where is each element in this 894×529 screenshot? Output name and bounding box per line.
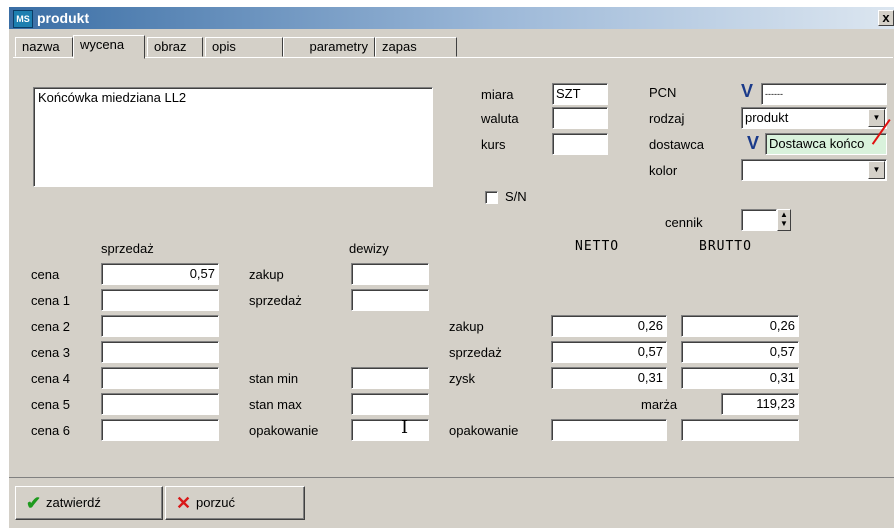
confirm-button[interactable]: ✔ zatwierdź	[15, 486, 163, 520]
kolor-label: kolor	[649, 163, 678, 178]
product-window: MS produkt x nazwa wycena obraz opis par…	[8, 6, 894, 528]
pcn-field[interactable]: ------	[761, 83, 887, 105]
cena-4-label: cena 4	[31, 371, 71, 386]
pcn-label: PCN	[649, 85, 677, 100]
app-icon: MS	[13, 10, 33, 28]
zakup-brutto-field[interactable]: 0,26	[681, 315, 799, 337]
miara-field[interactable]: SZT	[552, 83, 608, 105]
cena-6-field[interactable]	[101, 419, 219, 441]
cena-5-field[interactable]	[101, 393, 219, 415]
sprzedaz-label: sprzedaż	[249, 293, 302, 308]
sprzedaz-brutto-field[interactable]: 0,57	[681, 341, 799, 363]
cennik-field[interactable]	[741, 209, 777, 231]
zysk-netto-field[interactable]: 0,31	[551, 367, 667, 389]
cena-field[interactable]: 0,57	[101, 263, 219, 285]
opakowanie-label: opakowanie	[249, 423, 319, 438]
opakowanie-field[interactable]	[351, 419, 429, 441]
brutto-header: BRUTTO	[699, 239, 752, 254]
stan-max-field[interactable]	[351, 393, 429, 415]
window-title: produkt	[37, 10, 90, 26]
description-memo[interactable]: Końcówka miedziana LL2	[33, 87, 433, 187]
opakowanie-netto-field[interactable]	[551, 419, 667, 441]
kolor-select[interactable]: ▼	[741, 159, 887, 181]
tab-zapas[interactable]: zapas	[375, 37, 457, 57]
marza-field[interactable]: 119,23	[721, 393, 799, 415]
tab-opis[interactable]: opis	[205, 37, 283, 57]
tab-nazwa[interactable]: nazwa	[15, 37, 73, 57]
zakup-netto-field[interactable]: 0,26	[551, 315, 667, 337]
kurs-field[interactable]	[552, 133, 608, 155]
tab-obraz[interactable]: obraz	[147, 37, 203, 57]
kurs-label: kurs	[481, 137, 506, 152]
sprzedaz-header: sprzedaż	[101, 241, 154, 256]
waluta-field[interactable]	[552, 107, 608, 129]
dewizy-header: dewizy	[349, 241, 389, 256]
cancel-button[interactable]: ✕ porzuć	[165, 486, 305, 520]
cancel-label: porzuć	[196, 495, 236, 510]
zysk-brutto-field[interactable]: 0,31	[681, 367, 799, 389]
cena-5-label: cena 5	[31, 397, 71, 412]
zakup-nb-label: zakup	[449, 319, 484, 334]
chevron-down-icon[interactable]: ▼	[868, 109, 885, 127]
chevron-down-icon[interactable]: ▼	[868, 161, 885, 179]
cena-2-field[interactable]	[101, 315, 219, 337]
cena-label: cena	[31, 267, 60, 282]
dostawca-field[interactable]: Dostawca końco	[765, 133, 887, 155]
title-bar: MS produkt x	[9, 7, 894, 29]
opakowanie-nb-label: opakowanie	[449, 423, 519, 438]
cena-6-label: cena 6	[31, 423, 71, 438]
cennik-label: cennik	[665, 215, 703, 230]
netto-header: NETTO	[575, 239, 620, 254]
sprzedaz-netto-field[interactable]: 0,57	[551, 341, 667, 363]
stan-max-label: stan max	[249, 397, 302, 412]
text-cursor-icon: I	[401, 417, 409, 438]
cena-3-label: cena 3	[31, 345, 71, 360]
tab-wycena[interactable]: wycena	[73, 35, 145, 59]
waluta-label: waluta	[481, 111, 519, 126]
opakowanie-brutto-field[interactable]	[681, 419, 799, 441]
confirm-label: zatwierdź	[46, 495, 101, 510]
zysk-label: zysk	[449, 371, 475, 386]
close-button[interactable]: x	[878, 10, 894, 26]
pcn-check-icon[interactable]: V	[741, 81, 753, 102]
dostawca-label: dostawca	[649, 137, 704, 152]
miara-label: miara	[481, 87, 514, 102]
cennik-spinner[interactable]: ▲ ▼	[777, 209, 791, 231]
cena-4-field[interactable]	[101, 367, 219, 389]
dostawca-check-icon[interactable]: V	[747, 133, 759, 154]
sprzedaz-dewizy-field[interactable]	[351, 289, 429, 311]
stan-min-field[interactable]	[351, 367, 429, 389]
rodzaj-select[interactable]: produkt ▼	[741, 107, 887, 129]
check-icon: ✔	[26, 493, 42, 513]
cena-3-field[interactable]	[101, 341, 219, 363]
sprzedaz-nb-label: sprzedaż	[449, 345, 502, 360]
sn-label: S/N	[505, 189, 527, 204]
zakup-label: zakup	[249, 267, 284, 282]
stan-min-label: stan min	[249, 371, 299, 386]
button-bar: ✔ zatwierdź ✕ porzuć	[9, 477, 894, 528]
cena-2-label: cena 2	[31, 319, 71, 334]
sn-checkbox[interactable]	[485, 191, 498, 204]
cena-1-label: cena 1	[31, 293, 71, 308]
rodzaj-value: produkt	[745, 110, 789, 125]
close-icon: ✕	[176, 493, 192, 513]
marza-label: marża	[641, 397, 678, 412]
cena-1-field[interactable]	[101, 289, 219, 311]
zakup-dewizy-field[interactable]	[351, 263, 429, 285]
tab-parametry[interactable]: parametry	[283, 37, 375, 57]
rodzaj-label: rodzaj	[649, 111, 685, 126]
